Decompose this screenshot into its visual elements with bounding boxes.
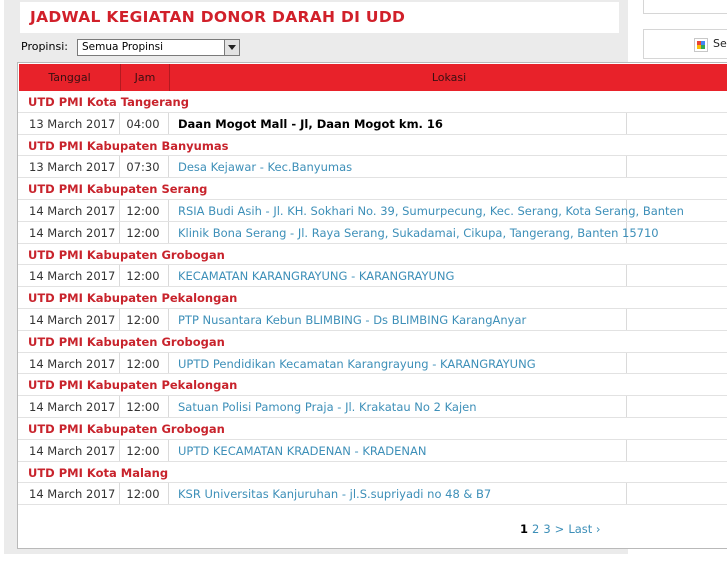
- column-header-date: Tanggal: [48, 71, 91, 84]
- table-header: Tanggal Jam Lokasi: [19, 64, 727, 91]
- column-header-location: Lokasi: [431, 71, 467, 84]
- group-label: UTD PMI Kabupaten Grobogan: [28, 247, 225, 262]
- row-location-link[interactable]: Desa Kejawar - Kec.Banyumas: [178, 160, 352, 174]
- row-date: 13 March 2017: [29, 116, 116, 131]
- row-location-link[interactable]: KSR Universitas Kanjuruhan - jl.S.supriy…: [178, 487, 491, 501]
- row-date: 14 March 2017: [29, 487, 116, 502]
- table-row: 14 March 2017 12:00 KSR Universitas Kanjur…: [18, 483, 727, 506]
- group-label: UTD PMI Kota Tangerang: [28, 95, 189, 109]
- column-header-time: Jam: [134, 71, 156, 84]
- table-row: 13 March 2017 07:30 Desa Kejawar - Kec.Ban…: [18, 156, 727, 179]
- province-select[interactable]: Semua Propinsi: [77, 39, 240, 56]
- row-time: 12:00: [126, 225, 160, 240]
- row-date: 13 March 2017: [29, 160, 116, 175]
- group-row: UTD PMI Kabupaten Banyumas: [18, 135, 727, 157]
- table-row: 14 March 2017 12:00 UPTD KECAMATAN KRADENA…: [18, 439, 727, 462]
- group-label: UTD PMI Kabupaten Grobogan: [28, 334, 225, 349]
- row-location-link[interactable]: UPTD KECAMATAN KRADENAN - KRADENAN: [178, 444, 426, 458]
- row-date: 14 March 2017: [29, 443, 116, 458]
- row-date: 14 March 2017: [29, 400, 116, 415]
- table-row: 14 March 2017 12:00 KECAMATAN KARANGRAYUNG…: [18, 265, 727, 288]
- row-date: 14 March 2017: [29, 356, 116, 371]
- page: JADWAL KEGIATAN DONOR DARAH DI UDD Propi…: [0, 0, 727, 561]
- google-icon: [694, 38, 708, 52]
- table-body: UTD PMI Kota Tangerang 13 March 2017 04:00…: [18, 91, 727, 506]
- right-widget-top: [643, 0, 727, 14]
- row-location-link[interactable]: RSIA Budi Asih - Jl. KH. Sokhari No. 39,…: [178, 204, 684, 218]
- group-row: UTD PMI Kota Tangerang: [18, 91, 727, 113]
- group-row: UTD PMI Kabupaten Pekalongan: [18, 287, 727, 309]
- table-row: 14 March 2017 12:00 UPTD Pendidikan Kecama…: [18, 352, 727, 375]
- row-time: 12:00: [126, 203, 160, 218]
- row-location-link[interactable]: UPTD Pendidikan Kecamatan Karangrayung -…: [178, 357, 536, 371]
- row-time: 12:00: [126, 443, 160, 458]
- page-title: JADWAL KEGIATAN DONOR DARAH DI UDD: [30, 8, 406, 26]
- group-row: UTD PMI Kabupaten Pekalongan: [18, 374, 727, 397]
- row-time: 12:00: [126, 356, 160, 371]
- group-row: UTD PMI Kabupaten Grobogan: [18, 244, 727, 266]
- page-current: 1: [520, 522, 529, 536]
- table-row: 13 March 2017 04:00 Daan Mogot Mall - Jl, …: [18, 112, 727, 135]
- row-location-link[interactable]: Klinik Bona Serang - Jl. Raya Serang, Su…: [178, 226, 659, 240]
- group-label: UTD PMI Kabupaten Pekalongan: [28, 291, 238, 306]
- row-time: 04:00: [126, 116, 160, 131]
- page-link-2[interactable]: 2: [532, 522, 539, 536]
- province-select-value: Semua Propinsi: [82, 41, 164, 53]
- schedule-table: Tanggal Jam Lokasi UTD PMI Kota Tangeran…: [17, 62, 727, 549]
- chevron-down-icon[interactable]: [224, 40, 239, 55]
- row-time: 12:00: [126, 269, 160, 284]
- row-date: 14 March 2017: [29, 312, 116, 327]
- right-widget-button[interactable]: Se: [643, 29, 727, 59]
- page-last-link[interactable]: Last ›: [568, 522, 600, 536]
- province-filter-label: Propinsi:: [21, 40, 68, 53]
- row-time: 12:00: [126, 487, 160, 502]
- right-widget-button-text: Se: [713, 37, 727, 50]
- row-location-link[interactable]: PTP Nusantara Kebun BLIMBING - Ds BLIMBI…: [178, 313, 526, 327]
- row-date: 14 March 2017: [29, 203, 116, 218]
- page-next-link[interactable]: >: [555, 522, 565, 536]
- group-label: UTD PMI Kabupaten Serang: [28, 182, 208, 197]
- row-time: 12:00: [126, 312, 160, 327]
- group-label: UTD PMI Kabupaten Grobogan: [28, 421, 225, 436]
- title-box: JADWAL KEGIATAN DONOR DARAH DI UDD: [20, 2, 619, 33]
- table-row: 14 March 2017 12:00 Klinik Bona Serang - J…: [18, 221, 727, 244]
- row-time: 12:00: [126, 400, 160, 415]
- group-label: UTD PMI Kabupaten Banyumas: [28, 138, 229, 153]
- table-row: 14 March 2017 12:00 Satuan Polisi Pamong P…: [18, 396, 727, 418]
- group-label: UTD PMI Kota Malang: [28, 465, 169, 480]
- row-date: 14 March 2017: [29, 269, 116, 284]
- row-location-link[interactable]: Satuan Polisi Pamong Praja - Jl. Krakata…: [178, 400, 477, 414]
- group-label: UTD PMI Kabupaten Pekalongan: [28, 378, 238, 393]
- group-row: UTD PMI Kabupaten Serang: [18, 178, 727, 200]
- group-row: UTD PMI Kabupaten Grobogan: [18, 418, 727, 440]
- table-row: 14 March 2017 12:00 RSIA Budi Asih - Jl. K…: [18, 199, 727, 222]
- group-row: UTD PMI Kota Malang: [18, 462, 727, 484]
- row-time: 07:30: [126, 160, 160, 175]
- table-row: 14 March 2017 12:00 PTP Nusantara Kebun BL…: [18, 308, 727, 331]
- pagination: 1 2 3 > Last ›: [520, 522, 605, 536]
- group-row: UTD PMI Kabupaten Grobogan: [18, 331, 727, 353]
- row-location-link: Daan Mogot Mall - Jl, Daan Mogot km. 16: [178, 116, 443, 131]
- page-link-3[interactable]: 3: [543, 522, 550, 536]
- row-date: 14 March 2017: [29, 225, 116, 240]
- row-location-link[interactable]: KECAMATAN KARANGRAYUNG - KARANGRAYUNG: [178, 269, 454, 283]
